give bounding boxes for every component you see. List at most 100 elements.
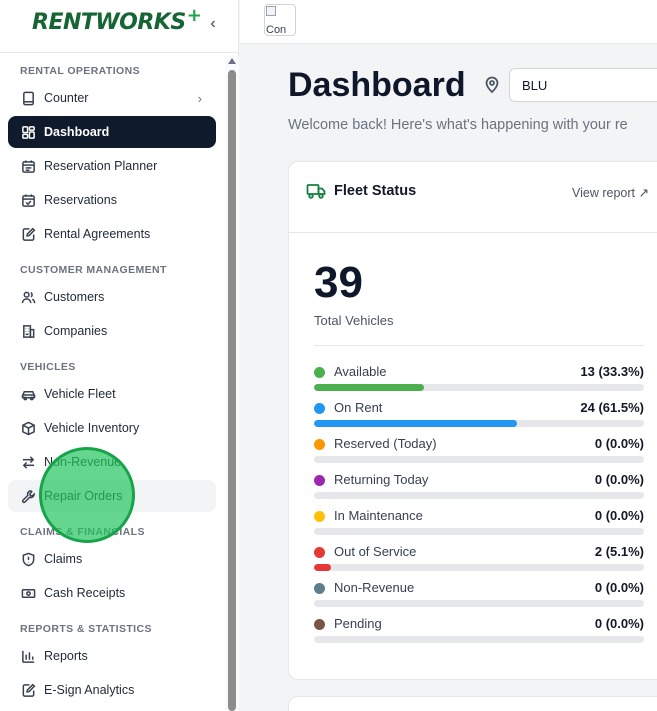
progress-track — [314, 564, 644, 571]
status-value: 0 (0.0%) — [594, 436, 644, 451]
sidebar-item-counter[interactable]: Counter › — [8, 82, 216, 114]
sidebar-item-reports[interactable]: Reports — [8, 640, 216, 672]
scroll-up-arrow-icon[interactable] — [228, 58, 236, 64]
status-row: In Maintenance 0 (0.0%) — [314, 506, 644, 538]
progress-fill — [314, 384, 424, 391]
sidebar-item-label: Reports — [44, 649, 88, 663]
sidebar-item-label: Reservations — [44, 193, 117, 207]
sidebar-item-vehicle-fleet[interactable]: Vehicle Fleet — [8, 378, 216, 410]
total-vehicles-label: Total Vehicles — [314, 313, 394, 328]
sidebar-item-label: Reservation Planner — [44, 159, 158, 173]
fleet-status-card: Fleet Status View report ↗ 39 Total Vehi… — [288, 161, 657, 680]
banknote-icon — [20, 585, 36, 601]
page-title: Dashboard — [288, 66, 466, 104]
sidebar-item-rental-agreements[interactable]: Rental Agreements — [8, 218, 216, 250]
section-title-reports-statistics: REPORTS & STATISTICS — [20, 623, 152, 635]
logo-plus: + — [186, 5, 202, 26]
sidebar-scrollbar[interactable] — [225, 56, 239, 711]
sidebar-item-label: Companies — [44, 324, 108, 338]
sidebar-item-claims[interactable]: Claims — [8, 543, 216, 575]
sidebar-item-label: Cash Receipts — [44, 586, 126, 600]
status-row: Returning Today 0 (0.0%) — [314, 470, 644, 502]
sidebar-item-label: Customers — [44, 290, 105, 304]
company-logo-image[interactable]: Con — [264, 4, 296, 36]
progress-fill — [314, 564, 331, 571]
chevron-left-icon[interactable]: ‹ — [204, 14, 222, 34]
document-signature-icon — [20, 682, 36, 698]
scrollbar-thumb[interactable] — [228, 70, 236, 711]
sidebar-item-cash-receipts[interactable]: Cash Receipts — [8, 577, 216, 609]
status-label: Reserved (Today) — [334, 436, 437, 451]
building-icon — [20, 323, 36, 339]
sidebar-item-customers[interactable]: Customers — [8, 281, 216, 313]
status-row: Reserved (Today) 0 (0.0%) — [314, 434, 644, 466]
status-label: In Maintenance — [334, 508, 423, 523]
sidebar-item-repair-orders[interactable]: Repair Orders — [8, 480, 216, 512]
sidebar-item-vehicle-inventory[interactable]: Vehicle Inventory — [8, 412, 216, 444]
sidebar-item-label: Counter — [44, 91, 89, 105]
status-row: Available 13 (33.3%) — [314, 362, 644, 394]
sidebar-item-label: Vehicle Inventory — [44, 421, 140, 435]
status-row: Pending 0 (0.0%) — [314, 614, 644, 646]
status-dot — [314, 511, 325, 522]
card-header: Fleet Status View report ↗ — [289, 162, 657, 233]
total-vehicles-count: 39 — [314, 258, 363, 307]
status-label: Non-Revenue — [334, 580, 415, 595]
truck-icon — [306, 182, 326, 200]
view-report-label: View report — [572, 186, 635, 200]
welcome-message: Welcome back! Here's what's happening wi… — [288, 117, 628, 133]
calendar-check-icon — [20, 192, 36, 208]
status-dot — [314, 619, 325, 630]
status-value: 24 (61.5%) — [580, 400, 644, 415]
sidebar-item-label: E-Sign Analytics — [44, 683, 135, 697]
package-icon — [20, 420, 36, 436]
sidebar-item-reservations[interactable]: Reservations — [8, 184, 216, 216]
sidebar-item-esign-analytics[interactable]: E-Sign Analytics — [8, 674, 216, 706]
status-row: On Rent 24 (61.5%) — [314, 398, 644, 430]
map-pin-icon — [483, 76, 501, 94]
sidebar-item-non-revenue[interactable]: Non-Revenue — [8, 446, 216, 478]
progress-track — [314, 456, 644, 463]
sidebar-nav: RENTAL OPERATIONS Counter › Dashboard Re… — [0, 53, 225, 711]
section-title-vehicles: VEHICLES — [20, 361, 76, 373]
card-title: Fleet Status — [334, 183, 417, 199]
external-link-icon: ↗ — [638, 186, 649, 200]
status-dot — [314, 367, 325, 378]
status-value: 0 (0.0%) — [594, 472, 644, 487]
sidebar-item-label: Repair Orders — [44, 489, 123, 503]
progress-track — [314, 492, 644, 499]
progress-track — [314, 636, 644, 643]
progress-track — [314, 600, 644, 607]
status-label: Out of Service — [334, 544, 417, 559]
section-title-customer-management: CUSTOMER MANAGEMENT — [20, 264, 167, 276]
status-value: 13 (33.3%) — [580, 364, 644, 379]
users-icon — [20, 289, 36, 305]
document-edit-icon — [20, 226, 36, 242]
logo-text: RENTWORKS — [32, 10, 186, 35]
sidebar-item-label: Dashboard — [44, 125, 110, 139]
bar-chart-icon — [20, 648, 36, 664]
sidebar-item-dashboard[interactable]: Dashboard — [8, 116, 216, 148]
view-report-link[interactable]: View report ↗ — [572, 185, 649, 200]
sidebar-item-label: Rental Agreements — [44, 227, 151, 241]
arrows-exchange-icon — [20, 454, 36, 470]
location-select[interactable]: BLU — [509, 68, 657, 102]
status-label: Returning Today — [334, 472, 429, 487]
logo[interactable]: RENTWORKS+ — [32, 5, 202, 35]
wrench-icon — [20, 488, 36, 504]
section-title-claims-financials: CLAIMS & FINANCIALS — [20, 526, 145, 538]
topbar: Con — [240, 0, 657, 44]
status-dot — [314, 547, 325, 558]
shield-alert-icon — [20, 551, 36, 567]
sidebar: RENTWORKS+ ‹ RENTAL OPERATIONS Counter ›… — [0, 0, 239, 711]
status-value: 0 (0.0%) — [594, 616, 644, 631]
broken-image-icon — [266, 6, 276, 16]
sidebar-item-reservation-planner[interactable]: Reservation Planner — [8, 150, 216, 182]
sidebar-item-companies[interactable]: Companies — [8, 315, 216, 347]
section-title-rental-operations: RENTAL OPERATIONS — [20, 65, 140, 77]
status-dot — [314, 439, 325, 450]
status-label: Available — [334, 364, 387, 379]
next-card — [288, 696, 657, 711]
progress-track — [314, 420, 644, 427]
logo-row: RENTWORKS+ ‹ — [0, 0, 239, 48]
